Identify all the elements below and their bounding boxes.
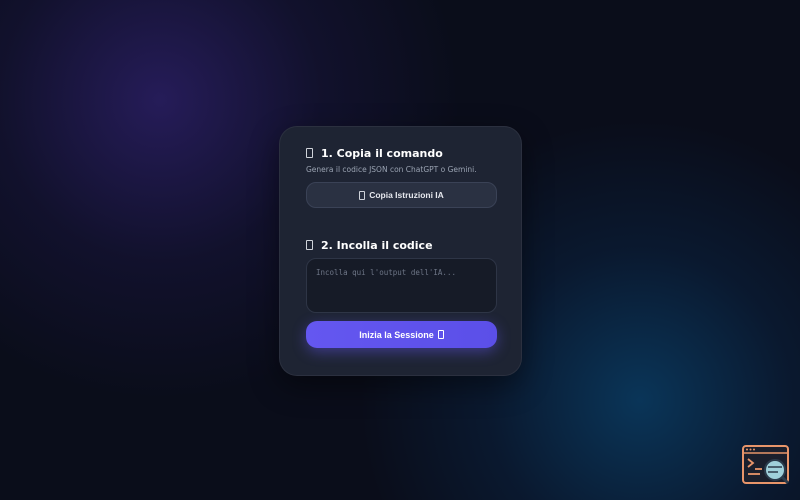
- start-session-button[interactable]: Inizia la Sessione: [306, 321, 497, 348]
- step-paste-title: 2. Incolla il codice: [306, 237, 495, 253]
- step-copy-title: 1. Copia il comando: [306, 145, 495, 161]
- paste-emoji-icon: [306, 240, 313, 250]
- code-input[interactable]: [306, 258, 497, 313]
- copy-emoji-icon: [359, 190, 366, 200]
- step-copy-description: Genera il codice JSON con ChatGPT o Gemi…: [306, 165, 477, 174]
- step-copy-title-text: 1. Copia il comando: [321, 146, 443, 160]
- clipboard-emoji-icon: [306, 148, 313, 158]
- copy-instructions-button[interactable]: Copia Istruzioni IA: [306, 182, 497, 208]
- step-paste-title-text: 2. Incolla il codice: [321, 238, 433, 252]
- code-search-widget[interactable]: [742, 445, 790, 485]
- start-session-label: Inizia la Sessione: [359, 329, 434, 340]
- step-copy-section: 1. Copia il comando Genera il codice JSO…: [306, 145, 497, 208]
- rocket-emoji-icon: [437, 330, 444, 339]
- session-card: 1. Copia il comando Genera il codice JSO…: [279, 126, 522, 376]
- copy-instructions-label: Copia Istruzioni IA: [369, 190, 444, 200]
- step-paste-section: 2. Incolla il codice Inizia la Sessione: [306, 237, 497, 348]
- code-search-icon: [742, 445, 790, 485]
